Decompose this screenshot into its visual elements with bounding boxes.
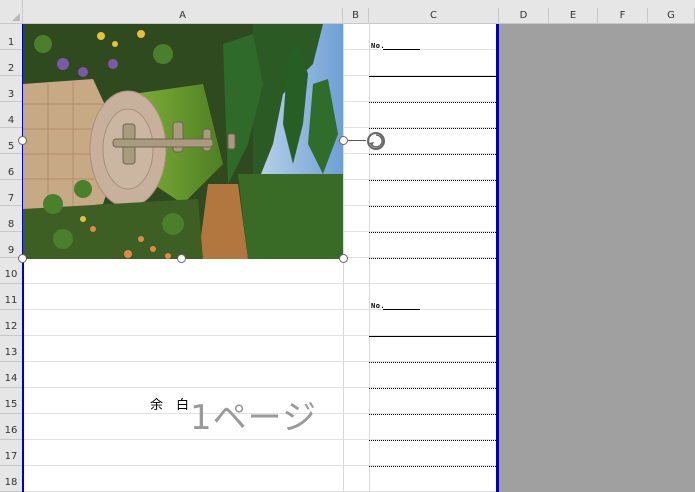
dotted-rule — [369, 154, 496, 155]
row-header[interactable]: 4 — [0, 102, 23, 128]
column-header-f[interactable]: F — [598, 8, 648, 24]
resize-handle-bottom[interactable] — [177, 254, 186, 263]
dotted-rule — [369, 388, 496, 389]
dotted-rule — [369, 440, 496, 441]
row-header[interactable]: 3 — [0, 76, 23, 102]
resize-handle-left[interactable] — [18, 136, 27, 145]
column-header-a[interactable]: A — [23, 8, 343, 24]
column-header-d[interactable]: D — [499, 8, 549, 24]
row-header[interactable]: 15 — [0, 388, 23, 414]
row-header[interactable]: 13 — [0, 336, 23, 362]
row-header[interactable]: 11 — [0, 284, 23, 310]
dotted-rule — [369, 258, 496, 259]
dotted-rule — [369, 466, 496, 467]
garden-image — [23, 24, 343, 259]
header-rule — [369, 336, 496, 337]
dotted-rule — [369, 232, 496, 233]
dotted-rule — [369, 206, 496, 207]
row-header[interactable]: 8 — [0, 206, 23, 232]
out-of-print-area[interactable] — [499, 24, 695, 492]
row-header[interactable]: 14 — [0, 362, 23, 388]
dotted-rule — [369, 128, 496, 129]
no-underline — [383, 49, 420, 50]
resize-handle-bottom-left[interactable] — [18, 254, 27, 263]
row-header[interactable]: 18 — [0, 466, 23, 492]
row-header[interactable]: 17 — [0, 440, 23, 466]
column-header-e[interactable]: E — [549, 8, 598, 24]
column-header-g[interactable]: G — [648, 8, 695, 24]
resize-handle-right[interactable] — [339, 136, 348, 145]
resize-handle-bottom-right[interactable] — [339, 254, 348, 263]
garden-with-fountain-image[interactable] — [23, 24, 343, 259]
row-header[interactable]: 7 — [0, 180, 23, 206]
column-header-band — [23, 0, 695, 8]
page-watermark: 1ページ — [190, 398, 317, 438]
row-header[interactable]: 16 — [0, 414, 23, 440]
row-header[interactable]: 6 — [0, 154, 23, 180]
rotation-connector — [348, 140, 366, 141]
dotted-rule — [369, 180, 496, 181]
column-header-b[interactable]: B — [343, 8, 369, 24]
rotate-handle[interactable] — [366, 131, 386, 151]
row-header[interactable]: 12 — [0, 310, 23, 336]
dotted-rule — [369, 414, 496, 415]
row-gridline — [23, 283, 499, 284]
dotted-rule — [369, 102, 496, 103]
header-rule — [369, 76, 496, 77]
dotted-rule — [369, 362, 496, 363]
row-gridline — [23, 309, 499, 310]
row-header[interactable]: 1 — [0, 24, 23, 50]
blank-label: 余 白 — [150, 398, 190, 413]
no-underline — [383, 309, 420, 310]
select-all-icon — [12, 13, 20, 21]
rotate-icon — [367, 132, 385, 150]
page-break-right[interactable] — [496, 24, 499, 492]
column-header-c[interactable]: C — [369, 8, 499, 24]
select-all-button[interactable] — [0, 0, 23, 24]
row-header[interactable]: 2 — [0, 50, 23, 76]
